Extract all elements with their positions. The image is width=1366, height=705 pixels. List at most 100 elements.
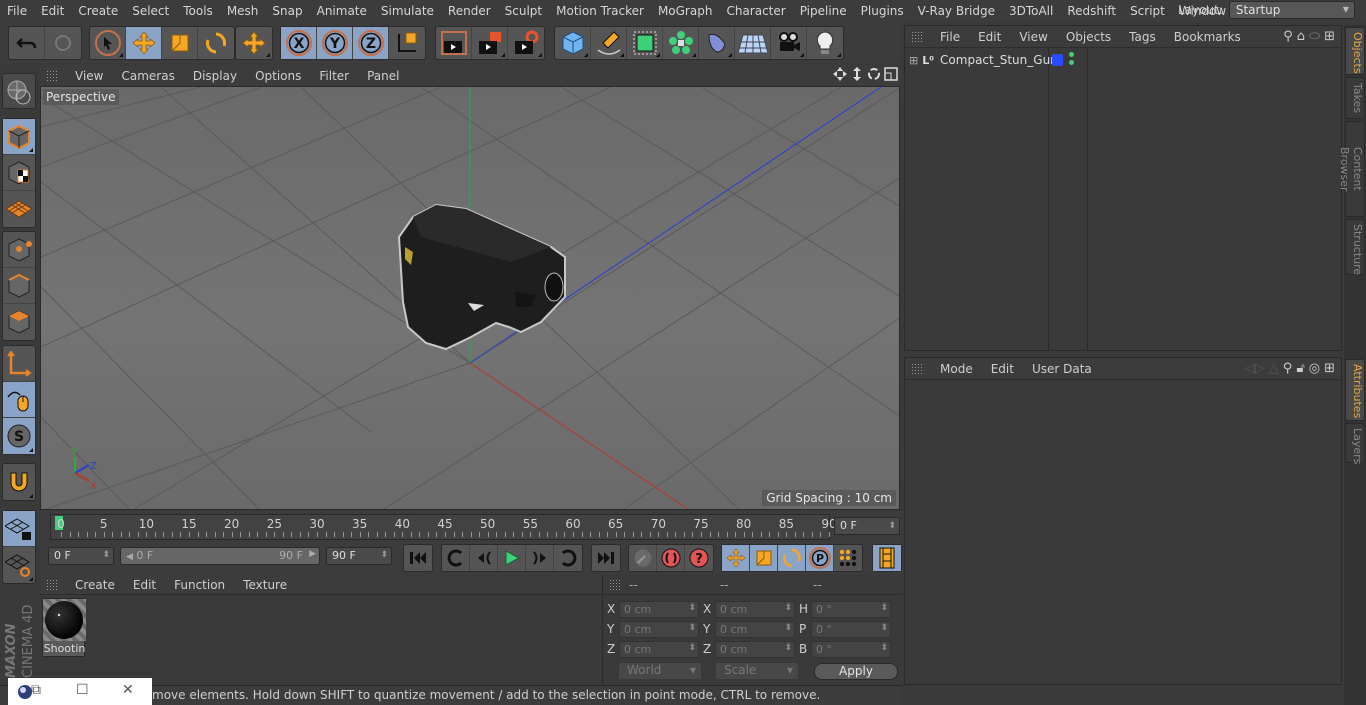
pos-z-field[interactable]: 0 cm [619,640,699,658]
maximize-view-icon[interactable] [884,67,898,81]
menu-snap[interactable]: Snap [265,4,309,18]
redo-button[interactable] [45,27,81,59]
goto-end-button[interactable] [592,545,620,571]
tab-content-browser[interactable]: Content Browser [1338,121,1365,217]
timeline-ruler[interactable]: 0 5 10 15 20 25 30 35 40 45 50 55 60 65 70 75 80 85 90 [50,514,837,540]
menu-redshift[interactable]: Redshift [1060,4,1123,18]
pan-view-icon[interactable] [833,67,847,81]
render-settings-button[interactable] [508,27,544,59]
texture-mode-button[interactable] [3,155,35,191]
model-mode-button[interactable] [3,119,35,155]
material-menu-function[interactable]: Function [165,578,234,592]
move-button[interactable] [126,27,162,59]
rot-b-field[interactable]: 0 ° [811,640,891,658]
attributes-menu-mode[interactable]: Mode [931,362,982,376]
timeline-window-button[interactable] [873,545,901,571]
snap-button[interactable] [3,464,35,500]
objects-menu-objects[interactable]: Objects [1057,30,1120,44]
start-frame-field[interactable]: 0 F ⬍ [48,547,114,565]
menu-create[interactable]: Create [71,4,125,18]
coordinate-system-button[interactable] [389,27,425,59]
panel-grip-icon[interactable] [911,30,923,43]
range-right-arrow[interactable]: ▶ [309,549,316,559]
menu-plugins[interactable]: Plugins [854,4,911,18]
attributes-menu-edit[interactable]: Edit [982,362,1023,376]
key-scale-button[interactable] [750,545,778,571]
material-menu-texture[interactable]: Texture [234,578,296,592]
make-editable-button[interactable] [3,74,35,110]
current-frame-field[interactable]: 0 F ⬍ [834,517,900,535]
key-position-button[interactable] [722,545,750,571]
floor-button[interactable] [735,27,771,59]
tab-layers[interactable]: Layers [1345,423,1365,464]
tab-takes[interactable]: Takes [1345,77,1365,119]
size-z-field[interactable]: 0 cm [715,640,795,658]
object-name[interactable]: Compact_Stun_Gun [940,53,1058,67]
menu-select[interactable]: Select [125,4,176,18]
key-rotation-button[interactable] [778,545,806,571]
viewport-menu-cameras[interactable]: Cameras [112,69,183,83]
back-arrow-icon[interactable]: ◁▷ [1245,361,1265,376]
home-icon[interactable]: ⌂ [1297,29,1305,44]
material-menu-create[interactable]: Create [66,578,124,592]
key-pla-button[interactable] [834,545,862,571]
axis-mode-button[interactable] [3,346,35,382]
workplane-lock-button[interactable] [3,511,35,547]
menu-render[interactable]: Render [441,4,498,18]
cube-button[interactable] [555,27,591,59]
coordinate-mode-dropdown[interactable]: Scale [716,663,798,679]
menu-animate[interactable]: Animate [310,4,374,18]
render-to-picture-viewer-button[interactable] [472,27,508,59]
viewport-menu-view[interactable]: View [66,69,112,83]
rotate-view-icon[interactable] [867,67,881,81]
restore-icon[interactable]: ⧉ [31,682,41,698]
menu-vray-bridge[interactable]: V-Ray Bridge [911,4,1002,18]
menu-3dtoall[interactable]: 3DToAll [1002,4,1060,18]
deformer-button[interactable] [699,27,735,59]
menu-mesh[interactable]: Mesh [220,4,266,18]
edges-mode-button[interactable] [3,268,35,304]
attributes-menu-user-data[interactable]: User Data [1023,362,1101,376]
search-icon[interactable]: ⚲ [1283,361,1293,376]
viewport-menu-options[interactable]: Options [246,69,310,83]
zoom-view-icon[interactable] [850,67,864,81]
coordinate-space-dropdown[interactable]: World [619,663,701,679]
next-frame-button[interactable] [526,545,554,571]
goto-next-key-button[interactable] [554,545,582,571]
end-frame-field[interactable]: 90 F ⬍ [326,547,392,565]
perspective-viewport[interactable]: Y Z X Perspective Grid Spacing : 10 cm [40,86,900,510]
search-icon[interactable]: ⚲ [1283,29,1293,44]
panel-grip-icon[interactable] [46,69,58,82]
key-parameter-button[interactable]: P [806,545,834,571]
x-axis-button[interactable]: X [281,27,317,59]
subdivision-button[interactable] [627,27,663,59]
menu-tools[interactable]: Tools [176,4,220,18]
maximize-icon[interactable]: ☐ [76,682,89,698]
visibility-icon[interactable]: ⬭ [1309,29,1320,44]
panel-grip-icon[interactable] [911,362,923,375]
light-button[interactable] [807,27,843,59]
viewport-menu-filter[interactable]: Filter [310,69,358,83]
points-mode-button[interactable] [3,232,35,268]
size-x-field[interactable]: 0 cm [715,600,795,618]
tab-structure[interactable]: Structure [1345,219,1365,275]
solo-button[interactable]: S [3,418,35,454]
motion-path-button[interactable] [629,545,657,571]
material-swatch[interactable]: Shootin [42,598,86,657]
y-axis-button[interactable]: Y [317,27,353,59]
tab-attributes[interactable]: Attributes [1345,359,1365,421]
menu-sculpt[interactable]: Sculpt [498,4,549,18]
viewport-menu-display[interactable]: Display [184,69,246,83]
tweak-mode-button[interactable] [3,382,35,418]
workplane-align-button[interactable] [3,547,35,583]
scale-button[interactable] [162,27,198,59]
menu-character[interactable]: Character [719,4,792,18]
objects-menu-tags[interactable]: Tags [1120,30,1165,44]
polygons-mode-button[interactable] [3,304,35,340]
frame-range-slider[interactable]: ◀ 0 F 90 F ▶ [120,547,320,565]
panel-grip-icon[interactable] [46,578,58,591]
pen-button[interactable] [591,27,627,59]
objects-menu-bookmarks[interactable]: Bookmarks [1165,30,1250,44]
tab-objects[interactable]: Objects [1345,27,1365,75]
objects-menu-file[interactable]: File [931,30,969,44]
